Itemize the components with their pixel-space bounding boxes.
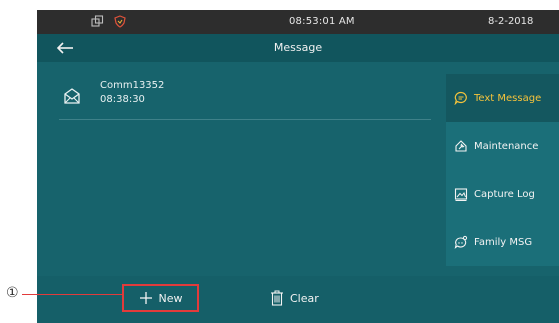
callout-leader-line bbox=[22, 294, 123, 295]
menu-item-label: Text Message bbox=[474, 92, 542, 104]
bottom-action-bar: New Clear bbox=[37, 276, 559, 323]
envelope-icon bbox=[64, 88, 80, 104]
menu-item-label: Maintenance bbox=[474, 140, 539, 152]
message-time: 08:38:30 bbox=[100, 94, 145, 105]
plus-icon bbox=[139, 292, 152, 304]
new-button-label: New bbox=[158, 291, 183, 305]
menu-item-maintenance[interactable]: Maintenance bbox=[446, 122, 559, 170]
callout-number: ① bbox=[6, 285, 19, 301]
clear-messages-button[interactable]: Clear bbox=[270, 284, 319, 312]
shield-icon bbox=[114, 15, 126, 28]
dual-window-icon bbox=[91, 15, 104, 27]
chat-bubble-icon bbox=[454, 91, 467, 105]
message-list-item[interactable]: Comm13352 08:38:30 bbox=[59, 78, 431, 120]
status-bar: 08:53:01 AM 8-2-2018 bbox=[37, 10, 559, 34]
menu-item-label: Family MSG bbox=[474, 236, 533, 248]
image-log-icon bbox=[454, 188, 468, 201]
menu-item-capture-log[interactable]: Capture Log bbox=[446, 170, 559, 218]
clock-time: 08:53:01 AM bbox=[289, 16, 355, 27]
menu-item-label: Capture Log bbox=[474, 188, 535, 200]
menu-item-text-message[interactable]: Text Message bbox=[446, 74, 559, 122]
message-category-menu: Text Message Maintenance Capture Log Fam… bbox=[446, 74, 559, 266]
title-bar: Message bbox=[37, 34, 559, 62]
wrench-icon bbox=[455, 140, 467, 152]
message-sender: Comm13352 bbox=[100, 80, 165, 91]
menu-item-family-msg[interactable]: Family MSG bbox=[446, 218, 559, 266]
new-message-button[interactable]: New bbox=[122, 284, 199, 312]
status-icons bbox=[91, 15, 126, 28]
page-title: Message bbox=[273, 41, 323, 54]
clear-button-label: Clear bbox=[290, 291, 319, 305]
intercom-screen: 08:53:01 AM 8-2-2018 Message Comm13352 0… bbox=[37, 10, 559, 323]
trash-icon bbox=[271, 290, 283, 306]
family-chat-icon bbox=[454, 235, 468, 249]
date-display: 8-2-2018 bbox=[488, 16, 534, 27]
